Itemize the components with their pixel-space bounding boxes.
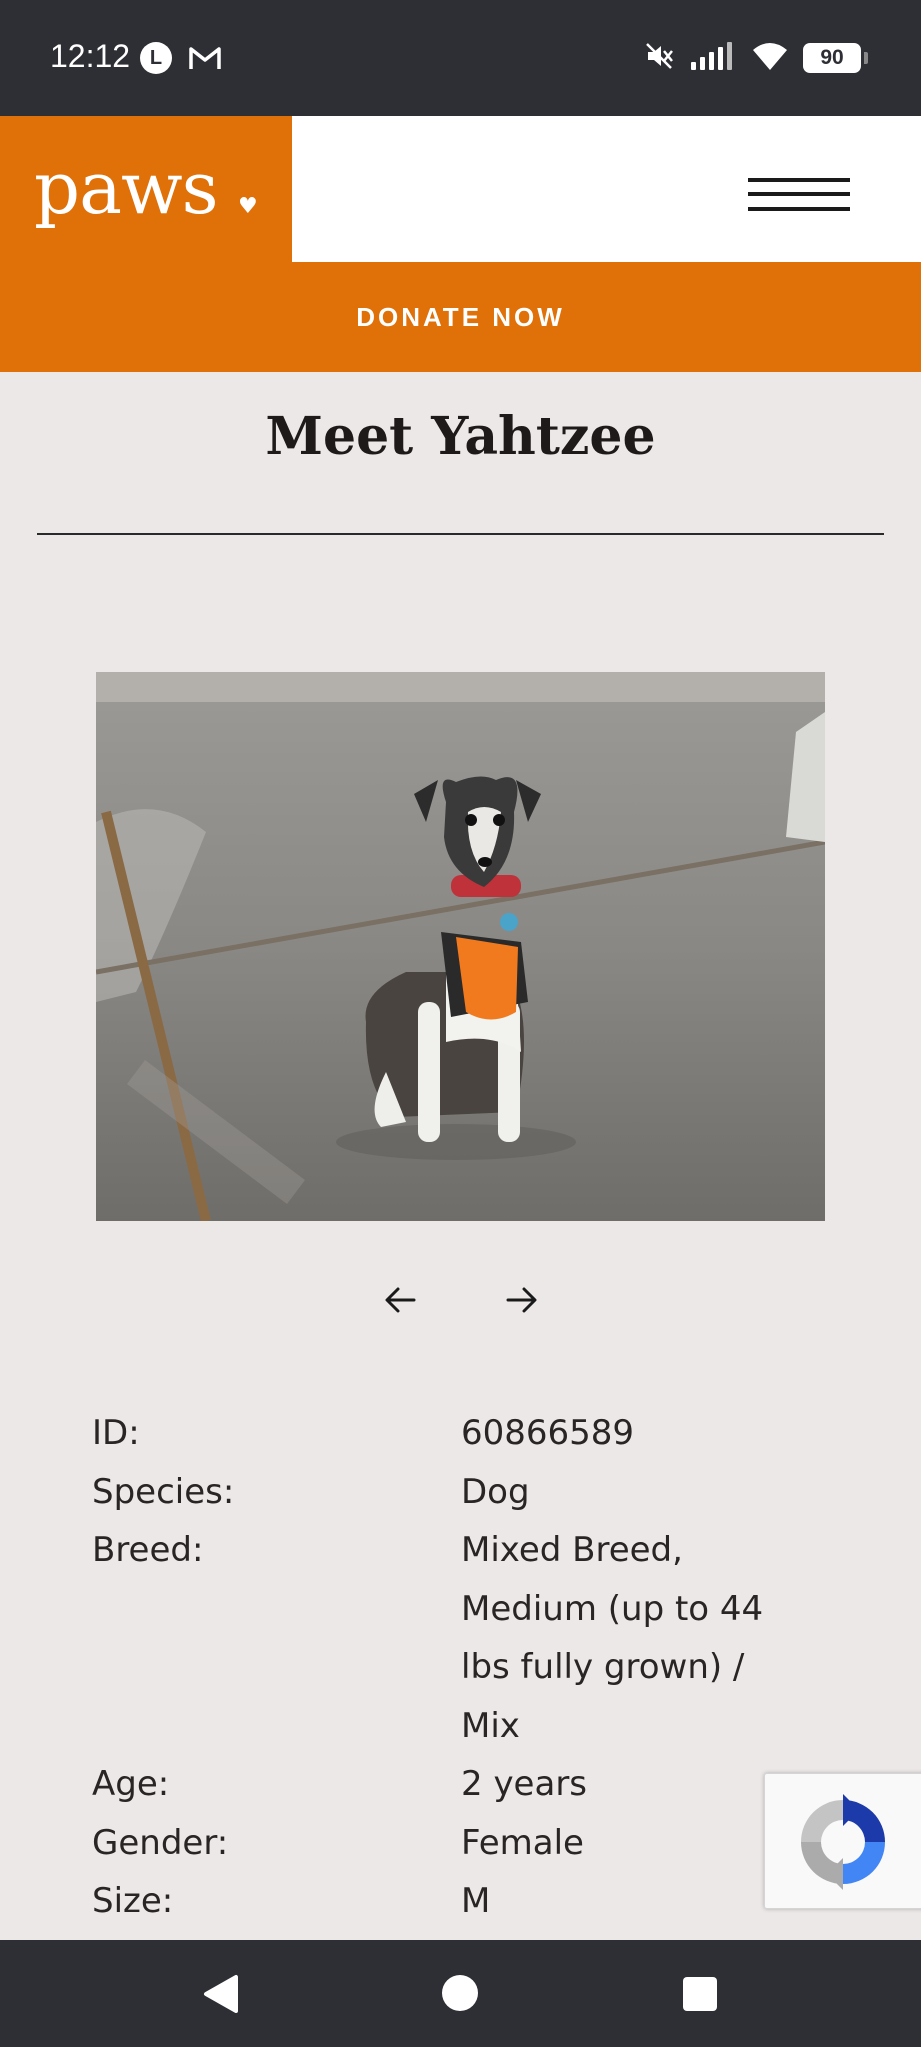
status-time: 12:12 [50, 38, 131, 74]
detail-value: Female [461, 1822, 584, 1863]
status-bar: 12:12 L 90 [0, 0, 921, 116]
detail-row-age: Age: 2 years [92, 1755, 812, 1814]
pet-details: ID: 60866589 Species: Dog Breed: Mixed B… [92, 1404, 812, 1931]
detail-value: Mixed Breed, Medium (up to 44 lbs fully … [461, 1530, 764, 1746]
detail-value: 60866589 [461, 1413, 635, 1453]
heart-icon: ♥ [238, 194, 258, 219]
detail-value: Dog [461, 1471, 530, 1512]
home-icon[interactable] [441, 1974, 479, 2016]
detail-row-size: Size: M [92, 1872, 812, 1931]
detail-label: Gender: [92, 1822, 229, 1863]
donate-now-button[interactable]: DONATE NOW [0, 262, 921, 372]
android-nav-bar [0, 1940, 921, 2047]
hamburger-menu-icon[interactable] [748, 178, 850, 216]
dog-photo [96, 672, 825, 1221]
detail-label: Size: [92, 1881, 174, 1921]
detail-label: Age: [92, 1764, 170, 1804]
logo-text: paws [34, 146, 219, 230]
page-title: Meet Yahtzee [265, 406, 656, 467]
detail-row-species: Species: Dog [92, 1463, 812, 1522]
divider [37, 533, 884, 535]
detail-row-gender: Gender: Female [92, 1814, 812, 1873]
l-app-icon: L [140, 42, 172, 74]
site-header: paws ♥ [0, 116, 921, 262]
signal-icon [689, 40, 737, 76]
arrow-left-icon[interactable] [380, 1282, 420, 1318]
detail-label: ID: [92, 1413, 140, 1453]
back-icon[interactable] [200, 1973, 240, 2019]
wifi-icon [751, 40, 789, 76]
mute-icon [643, 40, 675, 76]
detail-value: M [461, 1881, 491, 1921]
logo[interactable]: paws ♥ [0, 116, 292, 262]
detail-value: 2 years [461, 1764, 588, 1804]
recaptcha-icon [801, 1794, 885, 1890]
detail-label: Species: [92, 1471, 235, 1512]
battery-icon: 90 [803, 43, 868, 73]
detail-row-id: ID: 60866589 [92, 1404, 812, 1463]
detail-row-breed: Breed: Mixed Breed, Medium (up to 44 lbs… [92, 1521, 812, 1755]
gmail-icon [188, 44, 222, 76]
detail-label: Breed: [92, 1530, 204, 1570]
arrow-right-icon[interactable] [502, 1282, 542, 1318]
recents-icon[interactable] [682, 1976, 718, 2016]
recaptcha-badge[interactable] [764, 1773, 921, 1909]
